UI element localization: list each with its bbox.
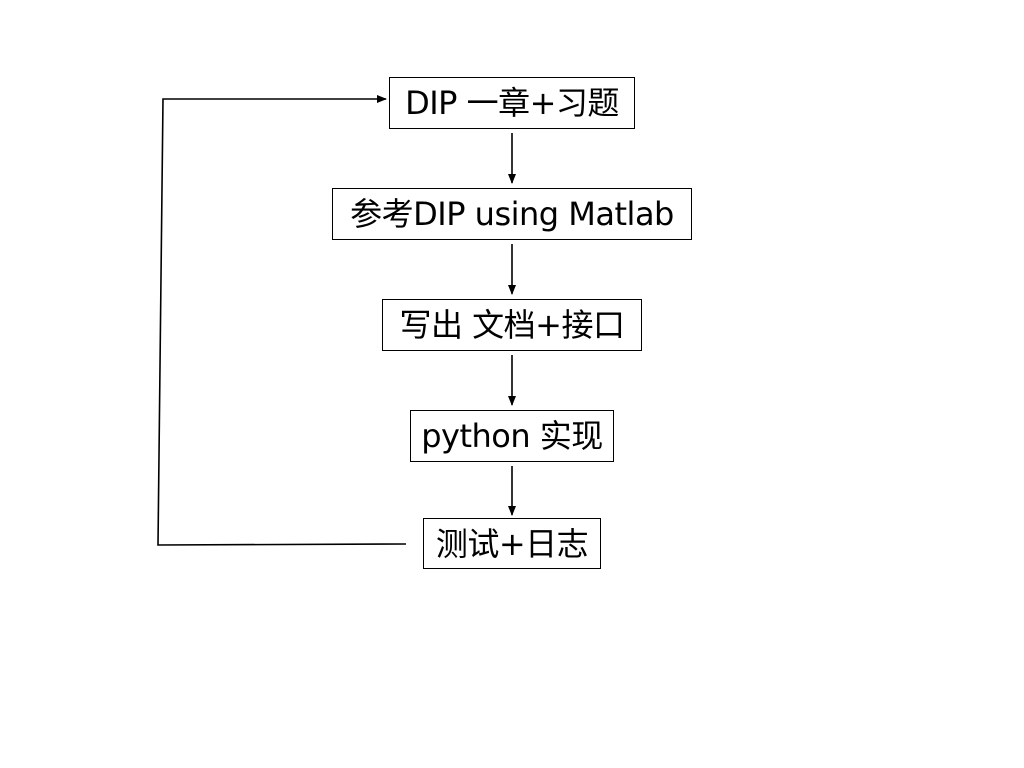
node-label: 参考DIP using Matlab [350,195,674,233]
node-write-docs-interface: 写出 文档+接口 [382,299,642,351]
node-dip-chapter-exercises: DIP 一章+习题 [389,77,635,129]
node-label: python 实现 [421,417,603,455]
node-label: 写出 文档+接口 [399,306,626,344]
node-test-log: 测试+日志 [423,518,601,569]
node-python-implementation: python 实现 [410,410,614,462]
node-reference-dip-matlab: 参考DIP using Matlab [332,188,692,240]
node-label: 测试+日志 [435,524,589,563]
node-label: DIP 一章+习题 [405,84,619,122]
arrow-loop-back [157,95,407,546]
